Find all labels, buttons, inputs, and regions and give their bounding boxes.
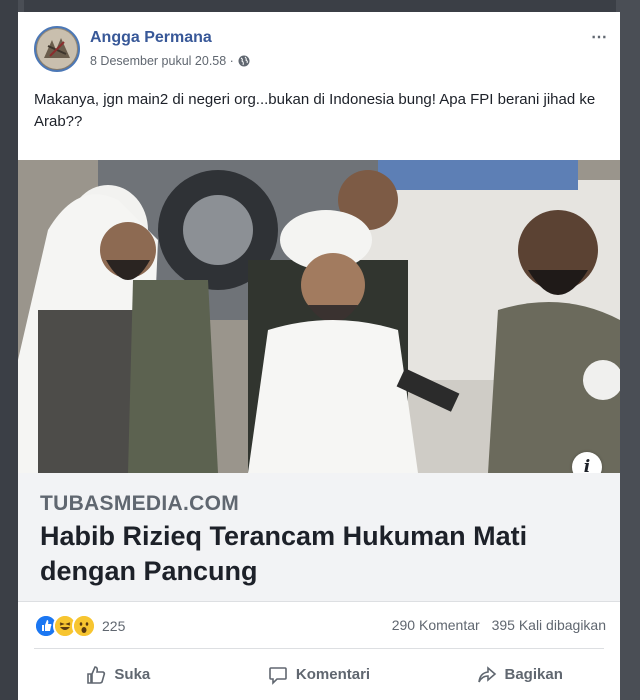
- share-button[interactable]: Bagikan: [419, 649, 620, 700]
- post-timestamp[interactable]: 8 Desember pukul 20.58 ·: [90, 54, 234, 68]
- comment-icon: [269, 666, 287, 685]
- engagement-counts: 290 Komentar 395 Kali dibagikan: [384, 617, 606, 633]
- author-name[interactable]: Angga Permana: [90, 29, 212, 47]
- link-preview-image[interactable]: i: [18, 160, 620, 473]
- post-card: Angga Permana 8 Desember pukul 20.58 · ⋯…: [18, 12, 620, 700]
- globe-icon: [238, 55, 250, 67]
- share-icon: [477, 665, 496, 682]
- more-options-icon[interactable]: ⋯: [591, 27, 608, 47]
- reactions-summary[interactable]: 225: [34, 614, 125, 638]
- link-preview-box[interactable]: TUBASMEDIA.COM Habib Rizieq Terancam Huk…: [18, 473, 620, 602]
- post-meta: 8 Desember pukul 20.58 ·: [90, 54, 250, 68]
- reaction-count: 225: [102, 618, 126, 634]
- avatar[interactable]: [34, 26, 80, 72]
- post-text: Makanya, jgn main2 di negeri org...bukan…: [34, 91, 596, 130]
- post-stats: 225 290 Komentar 395 Kali dibagikan: [18, 602, 620, 648]
- wow-reaction-icon: [72, 614, 96, 638]
- share-count[interactable]: 395 Kali dibagikan: [492, 617, 606, 633]
- post-actions: Suka Komentari Bagikan: [18, 649, 620, 700]
- avatar-artwork: [37, 29, 77, 69]
- share-label: Bagikan: [504, 666, 563, 683]
- comment-count[interactable]: 290 Komentar: [392, 617, 480, 633]
- thumbs-up-icon: [87, 665, 106, 684]
- link-title[interactable]: Habib Rizieq Terancam Hukuman Mati denga…: [40, 519, 600, 589]
- comment-label: Komentari: [295, 666, 371, 683]
- news-photo: [18, 160, 620, 473]
- comment-button[interactable]: Komentari: [219, 649, 420, 700]
- like-label: Suka: [114, 666, 151, 683]
- link-domain: TUBASMEDIA.COM: [40, 492, 240, 515]
- like-button[interactable]: Suka: [18, 649, 219, 700]
- post-header: Angga Permana 8 Desember pukul 20.58 · ⋯: [18, 12, 620, 82]
